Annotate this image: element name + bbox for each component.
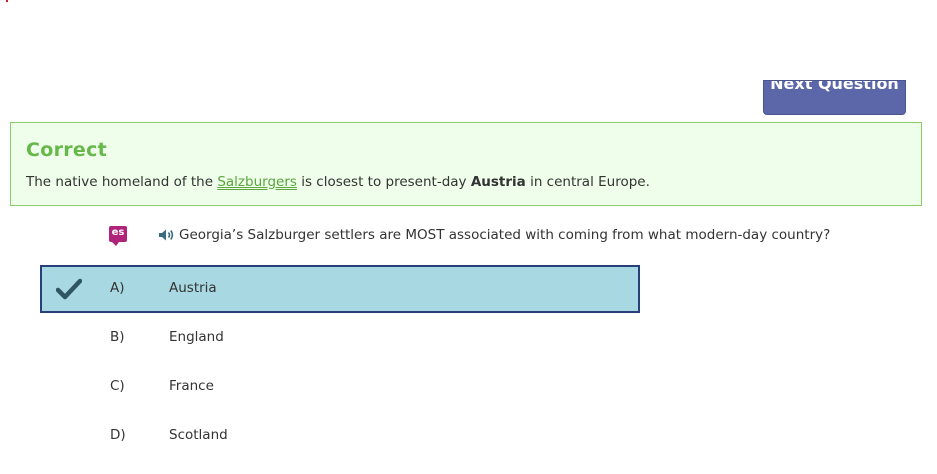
answer-text: Scotland <box>169 427 228 443</box>
answer-option-b[interactable]: B) England <box>40 314 640 362</box>
feedback-text-before: The native homeland of the <box>26 174 218 190</box>
feedback-text: The native homeland of the Salzburgers i… <box>26 174 650 190</box>
answer-option-c[interactable]: C) France <box>40 363 640 411</box>
salzburgers-link[interactable]: Salzburgers <box>217 174 297 190</box>
answer-letter: B) <box>110 329 125 345</box>
next-question-button[interactable]: Next Question <box>763 80 906 115</box>
answer-text: Austria <box>169 280 217 296</box>
quiz-page: Next Question Correct The native homelan… <box>0 0 937 474</box>
answer-letter: D) <box>110 427 126 443</box>
feedback-panel: Correct The native homeland of the Salzb… <box>10 122 922 206</box>
answer-option-a[interactable]: A) Austria <box>40 265 640 313</box>
corner-marker <box>6 0 8 2</box>
feedback-bold-answer: Austria <box>470 174 526 190</box>
answer-text: England <box>169 329 224 345</box>
feedback-text-after: in central Europe. <box>525 174 650 190</box>
question-text: Georgia’s Salzburger settlers are MOST a… <box>179 227 831 243</box>
feedback-text-middle: is closest to present-day <box>296 174 471 190</box>
answer-letter: C) <box>110 378 125 394</box>
spanish-translate-icon[interactable]: es <box>109 226 127 246</box>
answer-option-d[interactable]: D) Scotland <box>40 412 640 460</box>
feedback-title: Correct <box>26 139 108 161</box>
next-question-label: Next Question <box>770 80 899 93</box>
speaker-icon[interactable] <box>158 228 176 242</box>
answer-letter: A) <box>110 280 125 296</box>
checkmark-icon <box>56 278 82 300</box>
answer-text: France <box>169 378 214 394</box>
